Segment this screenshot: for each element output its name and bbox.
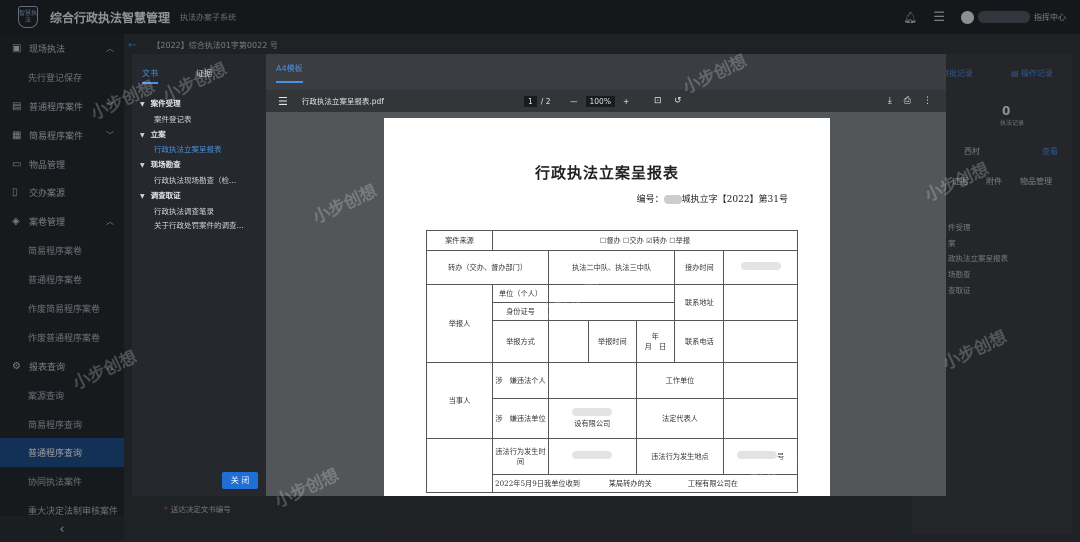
page-indicator: 1 / 2 xyxy=(524,95,551,107)
page-total: / 2 xyxy=(540,96,551,106)
form-value xyxy=(548,362,637,399)
tree-node[interactable]: ▼ 现场勘查 xyxy=(140,158,264,174)
tree-leaf[interactable]: 行政执法调查笔录 xyxy=(140,205,264,220)
pdf-page: 行政执法立案呈报表 编号： 城执立字【2022】第31号 案件来源 ☐督办 ☐交办… xyxy=(384,118,830,496)
form-label: 违法行为发生时间 xyxy=(492,438,549,475)
more-options-icon[interactable]: ⋮ xyxy=(923,96,932,106)
form-label: 举报时间 xyxy=(588,320,637,363)
tree-tabs: 文书 证据 xyxy=(142,68,212,84)
form-value: 号 xyxy=(723,438,798,475)
form-value xyxy=(547,302,676,321)
tree-leaf[interactable]: 行政执法现场勘查（检... xyxy=(140,174,264,189)
form-value xyxy=(547,284,676,303)
tree-leaf[interactable]: 案件登记表 xyxy=(140,113,264,128)
form-label: 单位（个人） xyxy=(492,284,549,303)
form-label xyxy=(426,438,493,493)
print-icon[interactable]: ⎙ xyxy=(904,96,911,106)
form-value: ☐督办 ☐交办 ☑转办 ☐举报 xyxy=(492,230,798,251)
redacted-text xyxy=(572,451,613,459)
form-value: 设有限公司 xyxy=(548,398,637,439)
redacted-text xyxy=(737,451,778,459)
date-year: 年 xyxy=(651,331,659,341)
form-value xyxy=(723,250,798,285)
form-label: 工作单位 xyxy=(635,362,725,399)
document-number: 编号： 城执立字【2022】第31号 xyxy=(637,192,788,205)
caret-down-icon: ▼ xyxy=(140,192,145,200)
pdf-actions: ⤓ ⎙ ⋮ xyxy=(888,96,932,106)
form-label: 联系电话 xyxy=(674,320,725,363)
pdf-viewport[interactable]: 行政执法立案呈报表 编号： 城执立字【2022】第31号 案件来源 ☐督办 ☐交办… xyxy=(266,112,946,496)
tree-node-label: 调查取证 xyxy=(150,190,181,200)
form-value xyxy=(723,398,798,439)
page-number-input[interactable]: 1 xyxy=(524,95,537,107)
form-label: 接办时间 xyxy=(674,250,725,285)
tree-leaf[interactable]: 关于行政处罚案件的调查... xyxy=(140,219,264,234)
close-button[interactable]: 关 闭 xyxy=(222,472,258,489)
form-label: 举报人 xyxy=(426,284,493,363)
document-tree-panel: 文书 证据 ▼ 案件受理案件登记表 ▼ 立案行政执法立案呈报表 ▼ 现场勘查行政执法现场勘… xyxy=(132,54,266,496)
number-prefix: 编号： xyxy=(636,195,664,205)
pdf-file-name: 行政执法立案呈报表.pdf xyxy=(301,96,384,106)
rotate-icon[interactable]: ↺ xyxy=(674,96,682,106)
form-label: 转办（交办、督办部门） xyxy=(426,250,549,285)
caret-down-icon: ▼ xyxy=(140,101,145,108)
tab-evidence[interactable]: 证据 xyxy=(196,68,212,84)
form-value: 执法二中队、执法三中队 xyxy=(547,250,676,285)
form-label: 法定代表人 xyxy=(635,398,725,439)
violation-place-value: 号 xyxy=(777,452,785,461)
tree-node[interactable]: ▼ 调查取证 xyxy=(140,189,264,205)
menu-icon[interactable]: ☰ xyxy=(278,95,288,108)
caret-down-icon: ▼ xyxy=(140,162,145,170)
date-month-day: 月 日 xyxy=(644,341,667,351)
form-value xyxy=(723,320,798,363)
form-value xyxy=(548,438,637,475)
tree-leaf[interactable]: 行政执法立案呈报表 xyxy=(140,143,264,158)
zoom-controls: — 100% + xyxy=(570,95,629,107)
fit-page-icon[interactable]: ⊡ xyxy=(654,96,662,106)
tab-documents[interactable]: 文书 xyxy=(142,68,158,84)
tree-node-label: 现场勘查 xyxy=(150,160,181,170)
form-label: 违法行为发生地点 xyxy=(635,438,725,475)
pdf-toolbar: ☰ 行政执法立案呈报表.pdf 1 / 2 — 100% + ⊡ ↺ ⤓ ⎙ ⋮ xyxy=(266,90,946,112)
document-tree: ▼ 案件受理案件登记表 ▼ 立案行政执法立案呈报表 ▼ 现场勘查行政执法现场勘查（检...… xyxy=(140,97,264,234)
form-label: 当事人 xyxy=(426,362,493,439)
document-title: 行政执法立案呈报表 xyxy=(534,164,679,182)
download-icon[interactable]: ⤓ xyxy=(888,96,892,106)
form-body-text: 2022年5月9日我单位收到 某局转办的关 工程有限公司在 xyxy=(492,474,798,493)
form-value xyxy=(548,320,589,363)
form-value xyxy=(723,284,798,321)
tree-node[interactable]: ▼ 立案 xyxy=(140,128,264,144)
form-label: 身份证号 xyxy=(492,302,549,321)
form-label: 涉 嫌违法个人 xyxy=(492,362,549,399)
form-value xyxy=(723,362,798,399)
zoom-level[interactable]: 100% xyxy=(585,95,615,107)
tab-a4-template[interactable]: A4模板 xyxy=(276,63,303,83)
case-filing-form: 案件来源 ☐督办 ☐交办 ☑转办 ☐举报 转办（交办、督办部门） 执法二中队、执… xyxy=(426,230,798,493)
tree-node-label: 立案 xyxy=(150,129,166,139)
form-label: 案件来源 xyxy=(426,230,493,251)
zoom-out-button[interactable]: — xyxy=(570,97,578,106)
form-label: 联系地址 xyxy=(674,284,725,321)
zoom-in-button[interactable]: + xyxy=(623,97,629,106)
suspect-unit-value: 设有限公司 xyxy=(574,419,611,428)
form-value: 年月 日 xyxy=(635,320,676,363)
redacted-text xyxy=(740,262,781,270)
tree-node[interactable]: ▼ 案件受理 xyxy=(140,97,264,113)
form-label: 涉 嫌违法单位 xyxy=(492,398,549,439)
form-label: 举报方式 xyxy=(492,320,549,363)
document-preview-modal: 文书 证据 ▼ 案件受理案件登记表 ▼ 立案行政执法立案呈报表 ▼ 现场勘查行政执法现场勘… xyxy=(132,54,946,496)
number-suffix: 城执立字【2022】第31号 xyxy=(681,195,788,205)
tree-node-label: 案件受理 xyxy=(150,99,181,108)
redacted-text xyxy=(663,195,682,204)
caret-down-icon: ▼ xyxy=(140,131,145,139)
redacted-text xyxy=(572,408,613,416)
